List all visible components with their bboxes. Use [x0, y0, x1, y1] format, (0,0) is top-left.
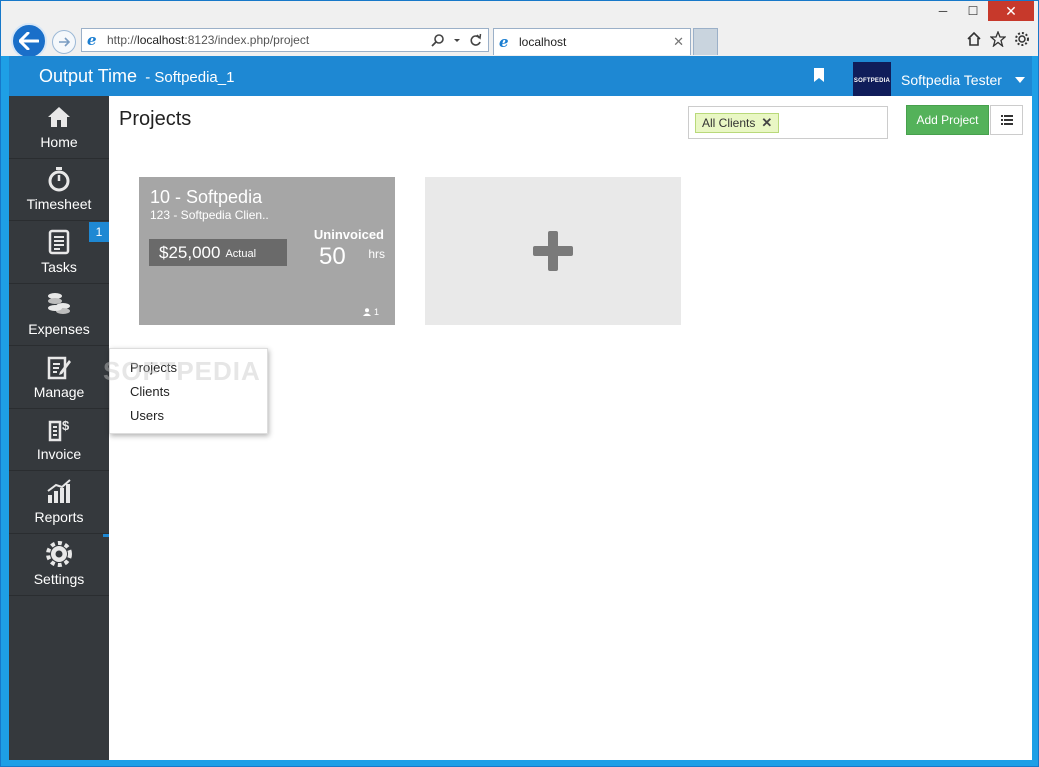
sidebar-item-label: Settings: [33, 571, 85, 587]
sidebar-item-tasks[interactable]: 1 Tasks: [9, 221, 109, 284]
plus-icon: [533, 231, 573, 271]
menu-item-users[interactable]: Users: [110, 403, 267, 427]
sidebar-item-label: Invoice: [36, 446, 82, 462]
member-count: 1: [373, 307, 379, 317]
favorites-star-icon[interactable]: [990, 31, 1006, 47]
forward-button[interactable]: [52, 30, 76, 54]
project-members: 1: [362, 307, 379, 317]
back-button[interactable]: [11, 23, 47, 59]
close-button[interactable]: ✕: [988, 1, 1034, 21]
sidebar-item-timesheet[interactable]: Timesheet: [9, 159, 109, 221]
url-host: localhost: [137, 33, 185, 47]
invoice-icon: $: [48, 418, 70, 442]
manage-icon: [47, 356, 71, 379]
url-prefix: http://: [107, 33, 138, 47]
minimize-button[interactable]: ─: [928, 1, 958, 21]
browser-toolbar: [966, 31, 1030, 47]
filter-chip-all-clients[interactable]: All Clients ✕: [695, 113, 780, 133]
address-icons: [431, 33, 482, 47]
project-amount-box: $25,000 Actual: [149, 239, 287, 266]
app-title[interactable]: Output Time - Softpedia_1: [39, 66, 234, 87]
ie-tab-icon: e: [499, 33, 509, 51]
filter-chip-label: All Clients: [702, 116, 756, 130]
tab-title: localhost: [519, 35, 567, 49]
list-view-button[interactable]: [990, 105, 1023, 135]
app-header: Output Time - Softpedia_1 SOFTPEDIA Soft…: [9, 56, 1032, 100]
tools-gear-icon[interactable]: [1014, 31, 1030, 47]
sidebar-item-label: Home: [40, 133, 78, 150]
sidebar-item-label: Timesheet: [26, 196, 92, 212]
sidebar: Home Timesheet 1 Tasks Expenses Manage $…: [9, 96, 109, 760]
manage-dropdown-menu: Projects Clients Users: [109, 348, 268, 434]
maximize-button[interactable]: ☐: [958, 1, 988, 21]
dropdown-arrow-icon[interactable]: [453, 33, 461, 47]
sidebar-item-invoice[interactable]: $ Invoice: [9, 409, 109, 471]
user-avatar[interactable]: SOFTPEDIA: [853, 62, 891, 100]
workspace-name: - Softpedia_1: [141, 69, 234, 86]
browser-titlebar: ─ ☐ ✕ e http://localhost:8123/index.php/…: [1, 1, 1038, 59]
tab-close-icon[interactable]: ✕: [673, 34, 684, 50]
app-name: Output Time: [39, 66, 138, 86]
sidebar-item-home[interactable]: Home: [9, 96, 109, 159]
sidebar-item-label: Manage: [33, 383, 85, 400]
search-icon[interactable]: [431, 33, 445, 47]
workspace-label: Softpedia_1: [154, 69, 235, 86]
add-project-card[interactable]: [425, 177, 681, 325]
project-amount: $25,000: [159, 242, 221, 262]
title-separator: -: [141, 69, 155, 86]
user-icon: [362, 308, 371, 316]
uninvoiced-label: Uninvoiced: [313, 227, 384, 242]
ie-logo-icon: e: [87, 31, 97, 49]
user-name[interactable]: Softpedia Tester: [901, 72, 1002, 88]
browser-window: ─ ☐ ✕ e http://localhost:8123/index.php/…: [0, 0, 1039, 767]
sidebar-item-manage[interactable]: Manage: [9, 346, 109, 409]
uninvoiced-hours: 50: [319, 243, 346, 270]
window-controls: ─ ☐ ✕: [928, 1, 1034, 21]
bookmark-icon[interactable]: [814, 68, 824, 82]
stopwatch-icon: [48, 167, 70, 192]
project-client: 123 - Softpedia Clien..: [150, 208, 269, 222]
menu-item-projects[interactable]: Projects: [110, 355, 267, 379]
sidebar-item-label: Tasks: [41, 258, 77, 275]
hours-unit: hrs: [368, 247, 385, 261]
arrow-right-icon: [59, 37, 70, 47]
browser-tab[interactable]: e localhost ✕: [493, 28, 691, 55]
page-title: Projects: [119, 108, 192, 130]
arrow-left-icon: [19, 32, 39, 50]
home-icon: [48, 106, 70, 127]
tasks-count-badge: 1: [89, 222, 109, 242]
sidebar-item-settings[interactable]: Settings: [9, 533, 109, 596]
url-path: :8123/index.php/project: [184, 33, 310, 47]
address-bar[interactable]: e http://localhost:8123/index.php/projec…: [81, 28, 489, 52]
home-icon[interactable]: [966, 31, 982, 47]
sidebar-item-expenses[interactable]: Expenses: [9, 284, 109, 346]
new-tab-button[interactable]: [693, 28, 718, 55]
remove-chip-icon[interactable]: ✕: [761, 115, 772, 131]
address-url[interactable]: http://localhost:8123/index.php/project: [107, 33, 431, 47]
gear-icon: [46, 541, 72, 567]
menu-item-clients[interactable]: Clients: [110, 379, 267, 403]
project-title: 10 - Softpedia: [150, 187, 263, 207]
add-project-button[interactable]: Add Project: [906, 105, 989, 135]
coins-icon: [48, 293, 70, 314]
sidebar-item-label: Reports: [34, 508, 84, 525]
sidebar-item-label: Expenses: [28, 321, 90, 337]
tasks-icon: [48, 229, 70, 254]
user-menu-caret-icon[interactable]: [1015, 77, 1025, 83]
svg-text:$: $: [62, 418, 70, 433]
refresh-icon[interactable]: [469, 33, 482, 47]
reports-icon: [47, 478, 71, 503]
project-card[interactable]: 10 - Softpedia 123 - Softpedia Clien.. $…: [139, 177, 395, 325]
list-icon: [1000, 115, 1013, 125]
project-amount-label: Actual: [225, 248, 257, 260]
client-filter-input[interactable]: All Clients ✕: [688, 106, 888, 139]
sidebar-item-reports[interactable]: Reports: [9, 471, 109, 534]
